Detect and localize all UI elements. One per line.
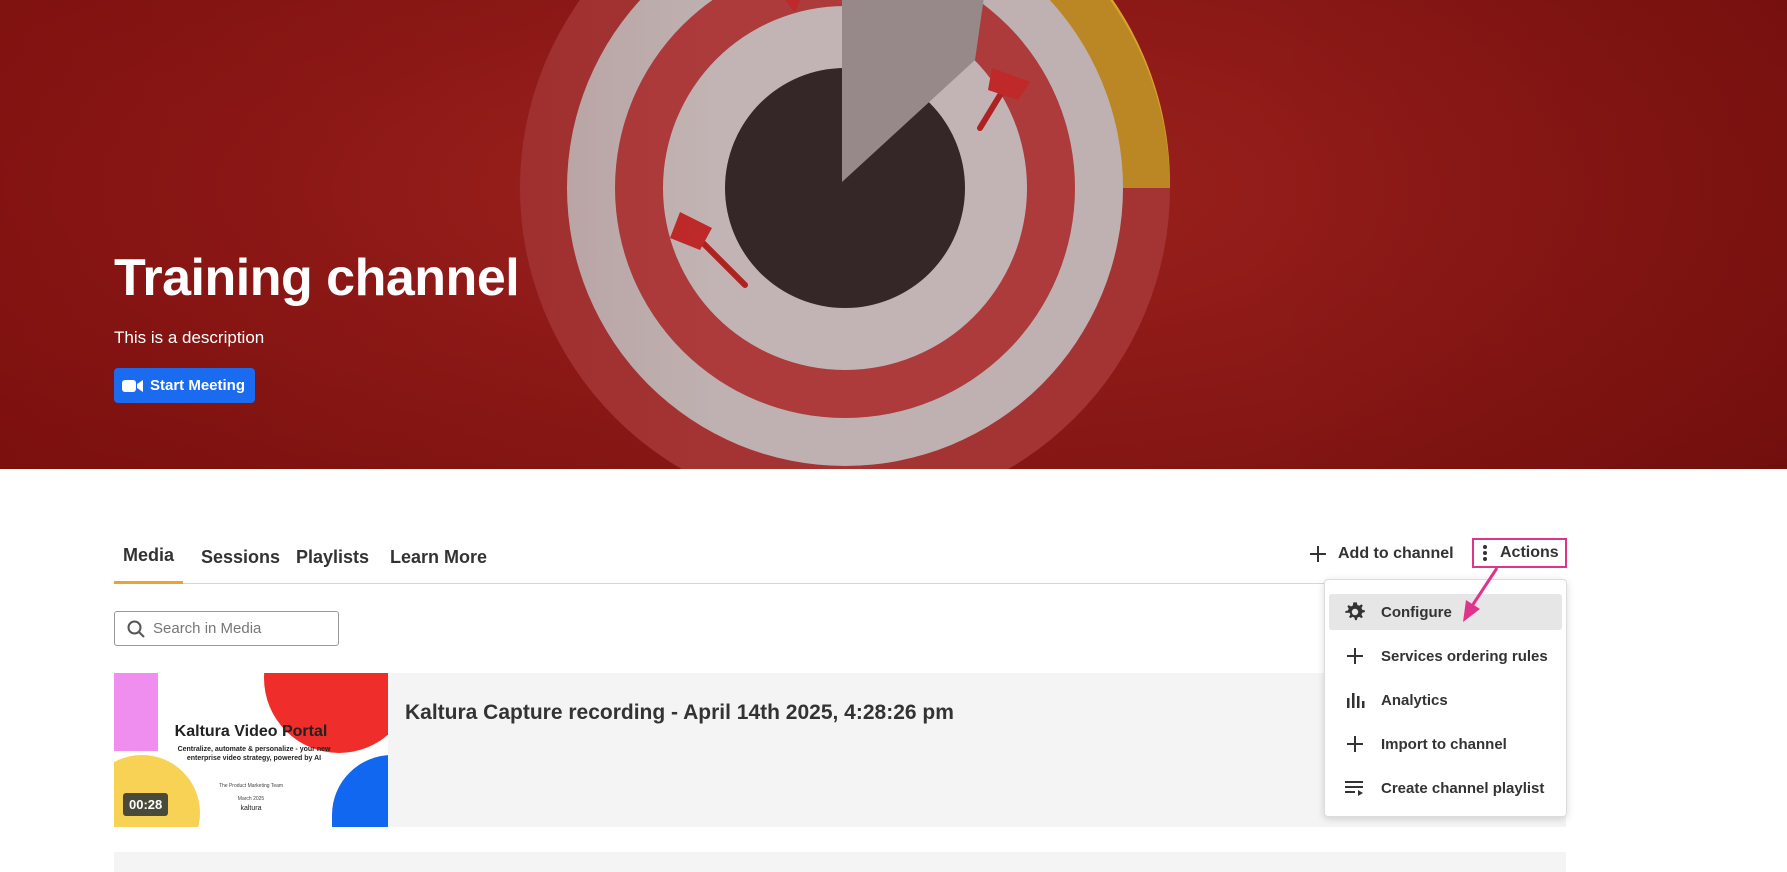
tab-media[interactable]: Media	[114, 530, 184, 584]
channel-title: Training channel	[114, 249, 520, 307]
media-entry-row[interactable]	[114, 852, 1566, 872]
plus-icon	[1310, 546, 1326, 562]
thumbnail-subline: Centralize, automate & personalize - you…	[177, 746, 331, 762]
menu-item-create-channel-playlist[interactable]: Create channel playlist	[1329, 770, 1562, 806]
menu-item-label: Configure	[1381, 603, 1452, 621]
thumbnail-headline: Kaltura Video Portal	[174, 723, 328, 740]
media-thumbnail[interactable]: Kaltura Video Portal Centralize, automat…	[114, 673, 388, 827]
thumbnail-team: The Product Marketing Team	[218, 783, 284, 789]
actions-dropdown-menu: Configure Services ordering rules Analyt…	[1324, 579, 1567, 817]
media-search-box[interactable]	[114, 611, 339, 646]
add-to-channel-label: Add to channel	[1338, 545, 1454, 562]
menu-item-label: Analytics	[1381, 691, 1448, 709]
menu-item-import-to-channel[interactable]: Import to channel	[1329, 726, 1562, 762]
actions-label: Actions	[1500, 544, 1559, 561]
more-vertical-icon	[1483, 545, 1487, 561]
start-meeting-button[interactable]: Start Meeting	[114, 368, 256, 403]
menu-item-label: Create channel playlist	[1381, 779, 1545, 797]
plus-icon	[1343, 644, 1367, 668]
menu-item-label: Import to channel	[1381, 735, 1507, 753]
playlist-add-icon	[1343, 776, 1367, 800]
plus-icon	[1343, 732, 1367, 756]
add-to-channel-button[interactable]: Add to channel	[1308, 538, 1454, 570]
bar-chart-icon	[1343, 688, 1367, 712]
channel-description: This is a description	[114, 328, 265, 347]
channel-page: Training channel This is a description S…	[0, 0, 1787, 872]
media-entry-title[interactable]: Kaltura Capture recording - April 14th 2…	[405, 701, 954, 725]
menu-item-configure[interactable]: Configure	[1329, 594, 1562, 630]
menu-item-analytics[interactable]: Analytics	[1329, 682, 1562, 718]
menu-item-services-ordering-rules[interactable]: Services ordering rules	[1329, 638, 1562, 674]
channel-hero-banner: Training channel This is a description S…	[0, 0, 1787, 469]
gear-icon	[1343, 600, 1367, 624]
actions-button[interactable]: Actions	[1472, 538, 1567, 568]
tab-learn-more[interactable]: Learn More	[390, 530, 487, 584]
tab-sessions[interactable]: Sessions	[201, 530, 280, 584]
start-meeting-label: Start Meeting	[150, 377, 246, 394]
tab-playlists[interactable]: Playlists	[296, 530, 369, 584]
duration-badge: 00:28	[123, 793, 169, 816]
media-search-input[interactable]	[153, 620, 323, 637]
search-icon	[127, 620, 145, 638]
menu-item-label: Services ordering rules	[1381, 647, 1548, 665]
video-camera-icon	[122, 379, 143, 392]
